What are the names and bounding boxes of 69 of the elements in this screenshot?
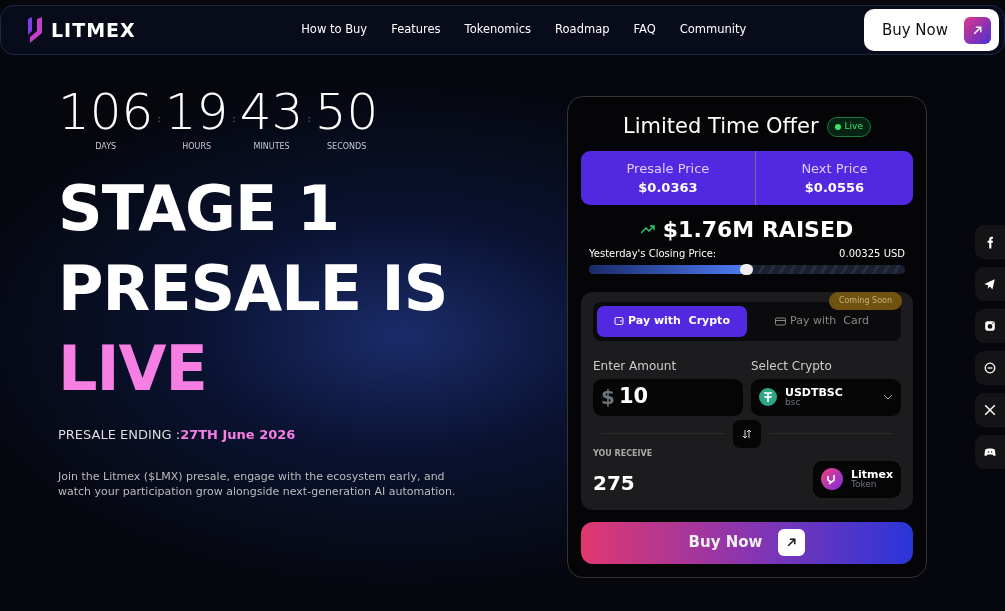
countdown-unit: MINUTES (252, 141, 291, 153)
nav-link[interactable]: FAQ (633, 21, 656, 39)
ending-date: 27TH June 2026 (180, 426, 296, 444)
payment-tab[interactable]: Pay with Crypto (597, 305, 747, 337)
swap-button[interactable] (733, 419, 761, 448)
currency-symbol: $ (601, 384, 615, 411)
nav-link[interactable]: Features (391, 21, 441, 39)
nav-link[interactable]: How to Buy (301, 21, 368, 39)
crypto-select[interactable]: USDTBSC bsc (751, 378, 901, 416)
receive-label: YOU RECEIVE (593, 447, 653, 460)
arrow-icon (972, 24, 983, 36)
x-icon (982, 402, 998, 418)
countdown-unit: HOURS (181, 141, 213, 153)
buy-now-button[interactable]: Buy Now (581, 521, 913, 564)
colon-separator: : (307, 112, 311, 126)
headline-highlight: LIVE (58, 331, 208, 407)
amount-label: Enter Amount (593, 357, 678, 375)
receive-amount: 275 (593, 469, 636, 497)
price-value: $0.0363 (637, 179, 699, 197)
social-button[interactable] (975, 435, 1005, 469)
status-dot-icon (834, 123, 841, 130)
countdown-unit: SECONDS (326, 141, 368, 153)
live-badge: Live (826, 117, 871, 137)
token-name: Litmex (850, 469, 893, 480)
crypto-name: USDTBSC (785, 387, 844, 398)
offer-title: Limited Time Offer (623, 113, 819, 140)
countdown-number: 43 (239, 87, 304, 137)
trend-up-icon (640, 224, 655, 234)
price-value: $0.0556 (803, 179, 866, 197)
swap-icon (742, 428, 752, 439)
token-logo-icon (820, 468, 843, 490)
price-label: Presale Price (625, 159, 711, 178)
ending-label: PRESALE ENDING : (58, 426, 181, 444)
crypto-network: bsc (785, 398, 802, 407)
countdown-number: 19 (164, 87, 229, 137)
coming-soon-badge: Coming Soon (828, 291, 902, 310)
brand-name: LITMEX (51, 17, 136, 43)
buy-now-button[interactable]: Buy Now (863, 9, 999, 51)
crypto-label: Select Crypto (751, 357, 833, 375)
social-button[interactable] (975, 309, 1005, 343)
chevron-down-icon (883, 394, 893, 400)
arrow-icon (786, 537, 798, 548)
amount-field[interactable]: $ 10 (593, 378, 743, 416)
social-button[interactable] (975, 351, 1005, 385)
nav-link[interactable]: Roadmap (555, 21, 610, 39)
card-icon (775, 316, 786, 326)
price-label: Next Price (800, 159, 869, 178)
headline: PRESALE IS (58, 251, 449, 327)
social-button[interactable] (975, 225, 1005, 259)
raised-amount: $1.76M RAISED (662, 215, 854, 244)
wallet-icon (614, 316, 625, 326)
coin-icon (759, 388, 777, 406)
nav-link[interactable]: Community (679, 21, 747, 39)
colon-separator: : (232, 112, 236, 126)
instagram-icon (982, 318, 998, 334)
paper-plane-icon (982, 276, 998, 292)
token-type: Token (850, 480, 878, 489)
closing-value: 0.00325 USD (839, 246, 905, 261)
nav-link[interactable]: Tokenomics (464, 21, 532, 39)
description: Join the Litmex ($LMX) presale, engage with the ecosystem early, and watch your participation grow alongside next-generation AI automation. (58, 468, 457, 499)
logo-icon (27, 17, 43, 43)
headline: STAGE 1 (58, 171, 341, 247)
social-button[interactable] (975, 267, 1005, 301)
closing-label: Yesterday's Closing Price: (589, 246, 717, 261)
countdown-number: 106 (58, 87, 154, 137)
colon-separator: : (157, 112, 161, 126)
countdown-number: 50 (314, 87, 379, 137)
social-button[interactable] (975, 393, 1005, 427)
countdown-unit: DAYS (94, 141, 118, 153)
